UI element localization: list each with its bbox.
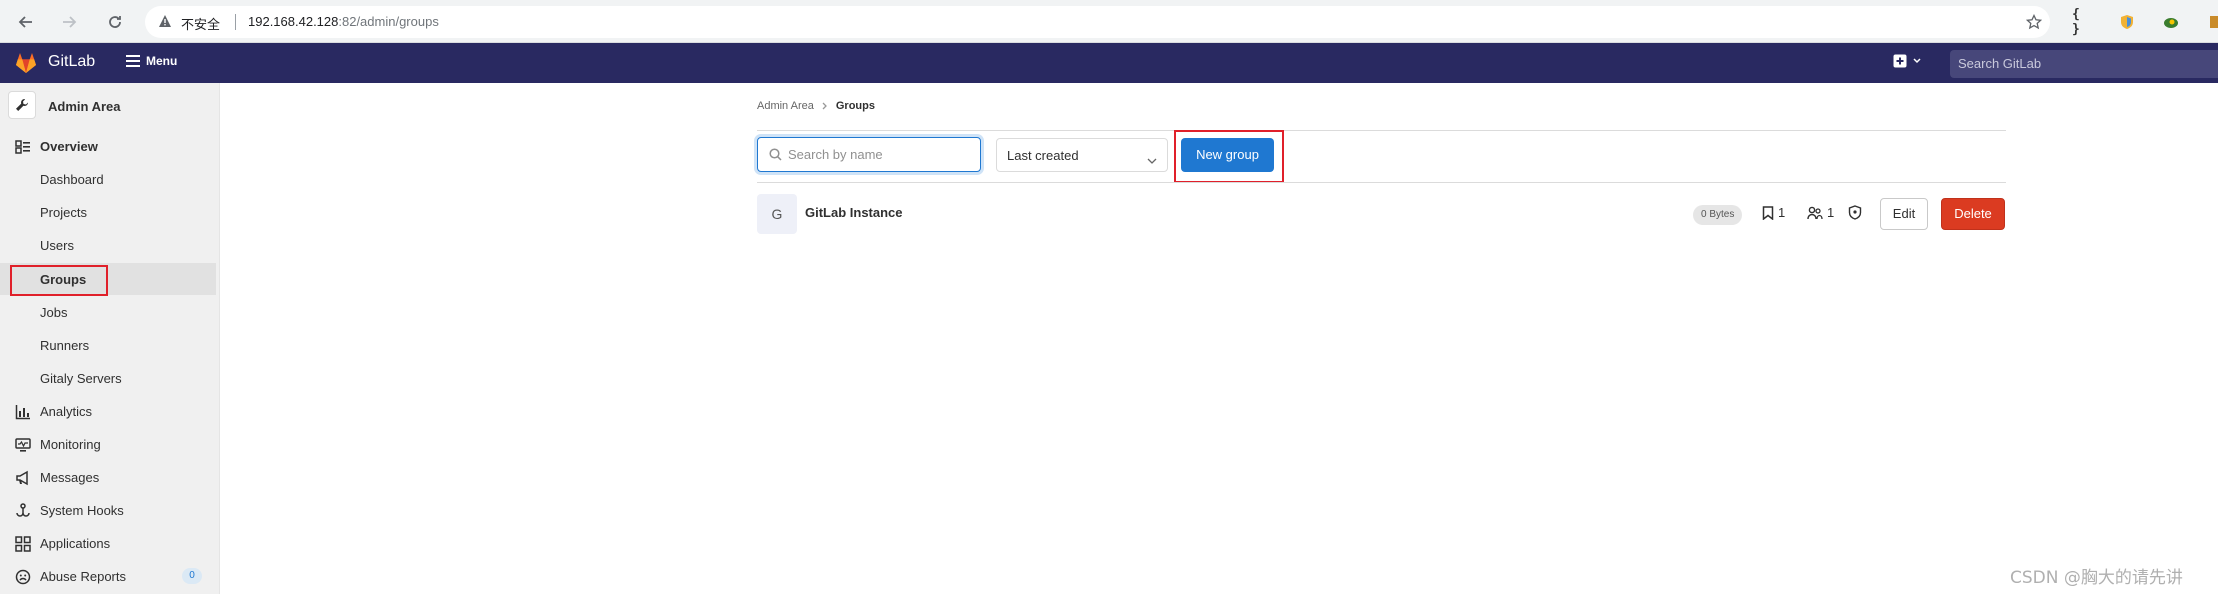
url-text: 192.168.42.128:82/admin/groups	[248, 14, 439, 29]
warning-icon	[158, 14, 172, 33]
sidebar-item-label: Analytics	[40, 404, 93, 419]
sidebar-item-label: Gitaly Servers	[40, 371, 122, 386]
chevron-down-icon	[1147, 151, 1157, 169]
gitlab-header: GitLab Menu Search GitLab	[0, 43, 2218, 83]
bookmark-star-icon[interactable]	[2024, 12, 2044, 32]
bullhorn-icon	[15, 470, 31, 486]
global-search-input[interactable]: Search GitLab	[1950, 50, 2218, 78]
admin-sidebar: Admin Area Overview Dashboard Projects U…	[0, 83, 220, 594]
address-bar[interactable]: 不安全 192.168.42.128:82/admin/groups	[145, 6, 2050, 38]
hook-icon	[15, 503, 31, 519]
sidebar-item-label: Messages	[40, 470, 100, 485]
wrench-icon	[8, 91, 36, 119]
members-count: 1	[1807, 205, 1834, 220]
json-extension-icon[interactable]: { }	[2072, 7, 2092, 37]
arrow-left-icon	[18, 16, 32, 28]
sidebar-item-gitaly-servers[interactable]: Gitaly Servers	[0, 362, 216, 394]
extension-cut-icon[interactable]	[2206, 12, 2218, 32]
sidebar-item-overview[interactable]: Overview	[0, 130, 216, 162]
highlight-box-new-group	[1174, 130, 1284, 183]
abuse-icon	[15, 569, 31, 585]
sidebar-item-label: Monitoring	[40, 437, 101, 452]
sidebar-item-label: Overview	[40, 139, 98, 154]
csdn-watermark: CSDN @胸大的请先讲	[2010, 568, 2183, 588]
sidebar-item-label: Abuse Reports	[40, 569, 126, 584]
insecure-label: 不安全	[181, 18, 221, 33]
highlight-box-groups	[10, 265, 108, 296]
reload-button[interactable]	[103, 10, 127, 34]
breadcrumb: Admin Area Groups	[757, 100, 875, 112]
storage-size-badge: 0 Bytes	[1693, 205, 1743, 225]
arrow-right-icon	[63, 16, 77, 28]
sidebar-item-label: Jobs	[40, 305, 68, 320]
sidebar-item-analytics[interactable]: Analytics	[0, 395, 216, 427]
sidebar-item-system-hooks[interactable]: System Hooks	[0, 494, 216, 526]
chevron-right-icon	[822, 102, 827, 110]
menu-button[interactable]: Menu	[126, 54, 177, 68]
sidebar-item-abuse-reports[interactable]: Abuse Reports 0	[0, 560, 216, 592]
overview-icon	[15, 139, 31, 155]
sidebar-item-label: Dashboard	[40, 172, 104, 187]
forward-button[interactable]	[57, 10, 81, 34]
chevron-down-icon	[1913, 58, 1921, 64]
hamburger-icon	[126, 55, 140, 67]
new-dropdown-button[interactable]	[1893, 54, 1921, 68]
sidebar-header[interactable]: Admin Area	[0, 83, 220, 129]
divider	[757, 130, 2006, 131]
sidebar-item-runners[interactable]: Runners	[0, 329, 216, 361]
search-placeholder: Search by name	[788, 147, 883, 162]
group-name-link[interactable]: GitLab Instance	[805, 205, 903, 220]
shield-icon	[1848, 205, 1862, 220]
sidebar-item-dashboard[interactable]: Dashboard	[0, 163, 216, 195]
url-divider	[235, 14, 236, 30]
sidebar-title: Admin Area	[48, 99, 121, 114]
sidebar-item-projects[interactable]: Projects	[0, 196, 216, 228]
brand-name[interactable]: GitLab	[48, 53, 95, 71]
users-icon	[1807, 206, 1823, 219]
search-icon	[769, 148, 782, 166]
divider	[757, 182, 2006, 183]
edit-button[interactable]: Edit	[1880, 198, 1928, 230]
back-button[interactable]	[14, 10, 38, 34]
bookmark-icon	[1762, 205, 1774, 220]
grid-icon	[15, 536, 31, 552]
sort-dropdown[interactable]: Last created	[996, 138, 1168, 172]
monitor-icon	[15, 437, 31, 453]
sidebar-item-messages[interactable]: Messages	[0, 461, 216, 493]
sidebar-item-jobs[interactable]: Jobs	[0, 296, 216, 328]
search-input[interactable]: Search by name	[757, 137, 981, 172]
chart-icon	[15, 404, 31, 420]
sidebar-item-label: Projects	[40, 205, 87, 220]
group-avatar[interactable]: G	[757, 194, 797, 234]
delete-button[interactable]: Delete	[1941, 198, 2005, 230]
projects-count-value: 1	[1778, 205, 1786, 220]
breadcrumb-groups[interactable]: Groups	[836, 100, 875, 112]
sort-value: Last created	[1007, 148, 1079, 163]
gitlab-logo-icon[interactable]	[14, 52, 38, 79]
breadcrumb-admin-area[interactable]: Admin Area	[757, 100, 814, 112]
sidebar-item-monitoring[interactable]: Monitoring	[0, 428, 216, 460]
abuse-count-badge: 0	[182, 568, 202, 584]
extension-shield-icon[interactable]	[2117, 12, 2137, 32]
extension-leaf-icon[interactable]	[2161, 12, 2181, 32]
projects-count: 1	[1762, 205, 1785, 220]
members-count-value: 1	[1827, 205, 1835, 220]
sidebar-item-label: Runners	[40, 338, 90, 353]
menu-label: Menu	[146, 54, 178, 68]
sidebar-item-applications[interactable]: Applications	[0, 527, 216, 559]
browser-toolbar: 不安全 192.168.42.128:82/admin/groups { }	[0, 0, 2218, 43]
sidebar-item-label: Applications	[40, 536, 111, 551]
table-row: G GitLab Instance 0 Bytes 1 1 Edit Delet…	[757, 194, 2006, 234]
sidebar-item-label: System Hooks	[40, 503, 124, 518]
sidebar-item-label: Users	[40, 238, 74, 253]
plus-square-icon	[1893, 54, 1907, 68]
sidebar-item-users[interactable]: Users	[0, 229, 216, 261]
reload-icon	[109, 16, 121, 28]
